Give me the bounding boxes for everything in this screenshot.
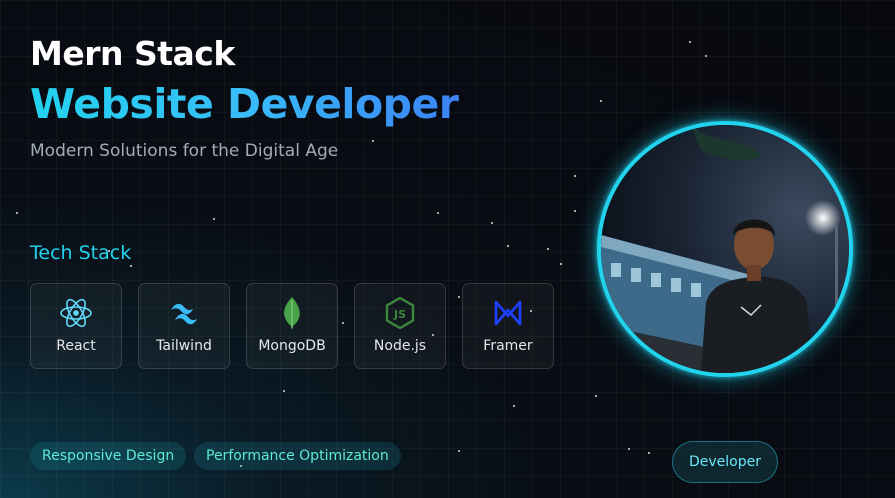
star-dot: [689, 41, 691, 43]
star-dot: [507, 245, 509, 247]
hero-title-line2: Website Developer: [30, 80, 459, 128]
tech-stack-list: React Tailwind MongoDB JS Node.js Framer: [30, 283, 554, 369]
tailwind-icon: [167, 296, 201, 330]
tech-card-tailwind[interactable]: Tailwind: [138, 283, 230, 369]
mongodb-icon: [275, 296, 309, 330]
star-dot: [560, 263, 562, 265]
profile-photo: [597, 121, 853, 377]
nodejs-icon: JS: [383, 296, 417, 330]
star-dot: [458, 450, 460, 452]
star-dot: [213, 218, 215, 220]
tag-performance-optimization: Performance Optimization: [194, 442, 401, 470]
star-dot: [491, 222, 493, 224]
tech-card-nodejs[interactable]: JS Node.js: [354, 283, 446, 369]
svg-text:JS: JS: [393, 308, 406, 321]
star-dot: [513, 405, 515, 407]
tech-label: Node.js: [373, 338, 427, 354]
star-dot: [547, 248, 549, 250]
tag-responsive-design: Responsive Design: [30, 442, 187, 470]
tech-stack-heading: Tech Stack: [30, 242, 132, 264]
star-dot: [574, 175, 576, 177]
star-dot: [628, 448, 630, 450]
star-dot: [705, 55, 707, 57]
star-dot: [283, 390, 285, 392]
star-dot: [648, 452, 650, 454]
star-dot: [595, 395, 597, 397]
tech-label: React: [56, 338, 96, 354]
star-dot: [600, 100, 602, 102]
tech-card-react[interactable]: React: [30, 283, 122, 369]
tech-card-framer[interactable]: Framer: [462, 283, 554, 369]
star-dot: [437, 212, 439, 214]
tech-label: Framer: [483, 338, 533, 354]
hero-subtitle: Modern Solutions for the Digital Age: [30, 141, 339, 161]
framer-icon: [491, 296, 525, 330]
tech-label: MongoDB: [258, 338, 326, 354]
developer-badge: Developer: [672, 441, 778, 483]
star-dot: [16, 212, 18, 214]
react-icon: [59, 296, 93, 330]
hero-title-line1: Mern Stack: [30, 34, 235, 73]
star-dot: [130, 265, 132, 267]
tech-label: Tailwind: [156, 338, 212, 354]
star-dot: [574, 210, 576, 212]
tech-card-mongodb[interactable]: MongoDB: [246, 283, 338, 369]
star-dot: [372, 140, 374, 142]
